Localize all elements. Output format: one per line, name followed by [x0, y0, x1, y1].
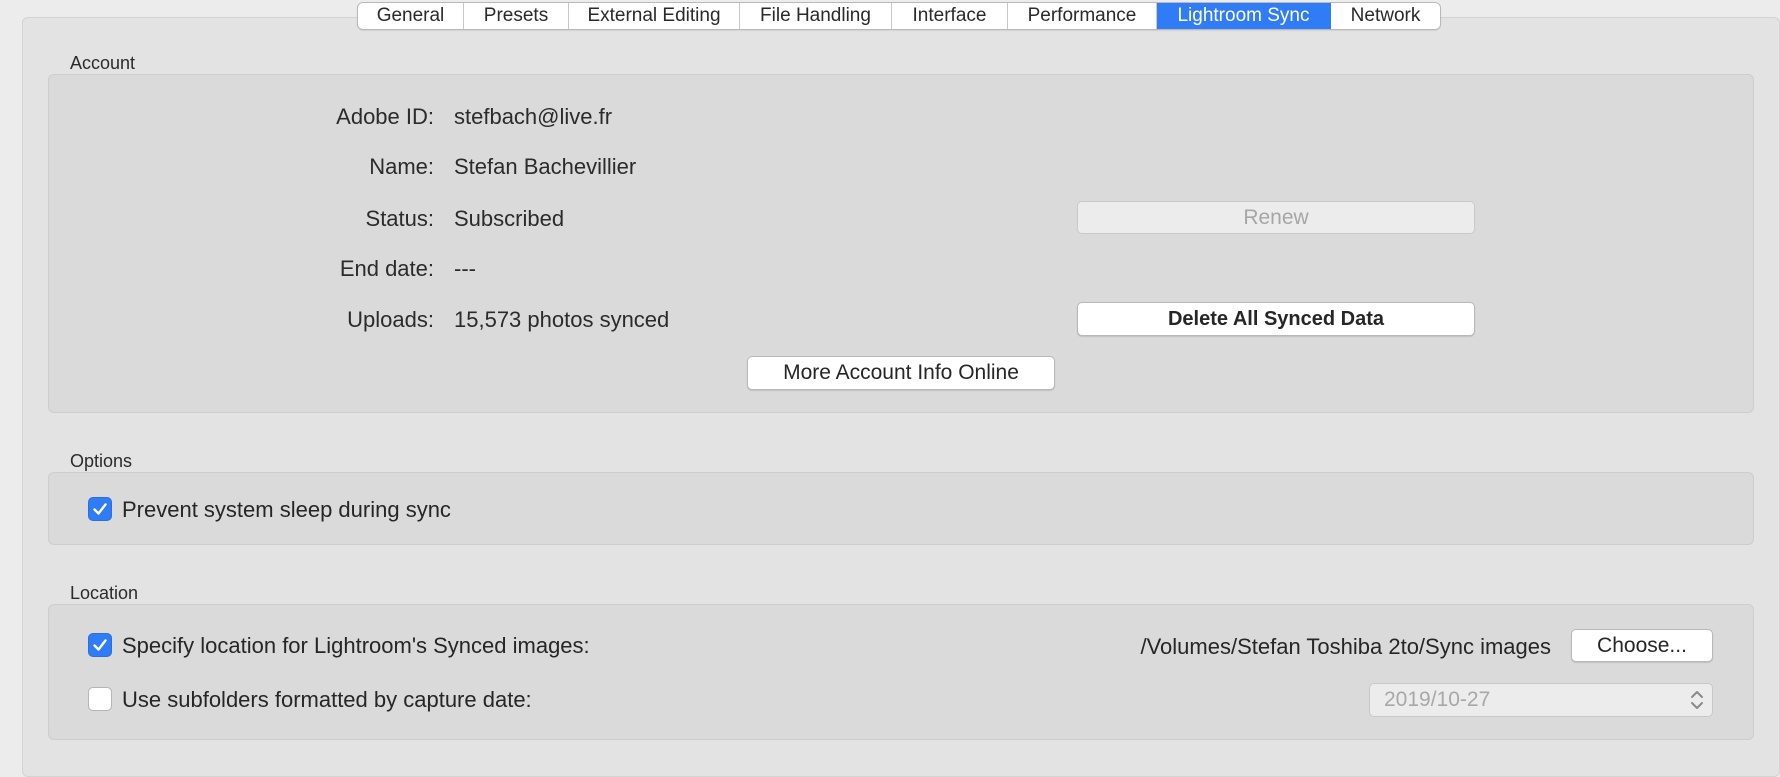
end-date-value: ---	[454, 256, 476, 281]
status-value: Subscribed	[454, 206, 565, 231]
renew-button[interactable]: Renew	[1077, 201, 1475, 234]
tab-external-editing[interactable]: External Editing	[569, 3, 740, 29]
tab-network[interactable]: Network	[1331, 3, 1440, 29]
tab-general[interactable]: General	[358, 3, 464, 29]
checkmark-icon	[93, 639, 107, 651]
subfolders-checkbox[interactable]	[88, 687, 112, 711]
uploads-label: Uploads:	[347, 307, 434, 332]
prevent-sleep-label[interactable]: Prevent system sleep during sync	[122, 497, 451, 523]
tab-file-handling[interactable]: File Handling	[740, 3, 892, 29]
account-section-label: Account	[70, 53, 136, 73]
subfolders-label[interactable]: Use subfolders formatted by capture date…	[122, 687, 532, 713]
prevent-sleep-checkbox[interactable]	[88, 497, 112, 521]
name-label: Name:	[369, 154, 434, 179]
date-format-select[interactable]: 2019/10-27	[1369, 683, 1713, 717]
end-date-label: End date:	[339, 256, 434, 281]
checkmark-icon	[93, 503, 107, 515]
status-label: Status:	[365, 206, 434, 231]
date-format-value: 2019/10-27	[1384, 688, 1491, 711]
preferences-window: General Presets External Editing File Ha…	[0, 0, 1780, 777]
delete-all-synced-data-button[interactable]: Delete All Synced Data	[1077, 302, 1475, 336]
chevron-up-down-icon	[1691, 691, 1703, 709]
specify-location-checkbox[interactable]	[88, 633, 112, 657]
uploads-value: 15,573 photos synced	[454, 307, 670, 332]
specify-location-label[interactable]: Specify location for Lightroom's Synced …	[122, 633, 590, 659]
adobe-id-label: Adobe ID:	[336, 104, 434, 129]
adobe-id-value: stefbach@live.fr	[454, 104, 613, 129]
preferences-tabbar: General Presets External Editing File Ha…	[357, 2, 1441, 30]
sync-location-path: /Volumes/Stefan Toshiba 2to/Sync images	[1140, 634, 1551, 659]
location-groupbox	[48, 604, 1754, 740]
choose-location-button[interactable]: Choose...	[1571, 629, 1713, 662]
tab-interface[interactable]: Interface	[892, 3, 1008, 29]
tab-performance[interactable]: Performance	[1008, 3, 1157, 29]
location-section-label: Location	[70, 583, 139, 603]
name-value: Stefan Bachevillier	[454, 154, 637, 179]
tab-lightroom-sync[interactable]: Lightroom Sync	[1157, 3, 1331, 29]
options-section-label: Options	[70, 451, 133, 471]
tab-presets[interactable]: Presets	[464, 3, 569, 29]
more-account-info-online-button[interactable]: More Account Info Online	[747, 356, 1055, 390]
